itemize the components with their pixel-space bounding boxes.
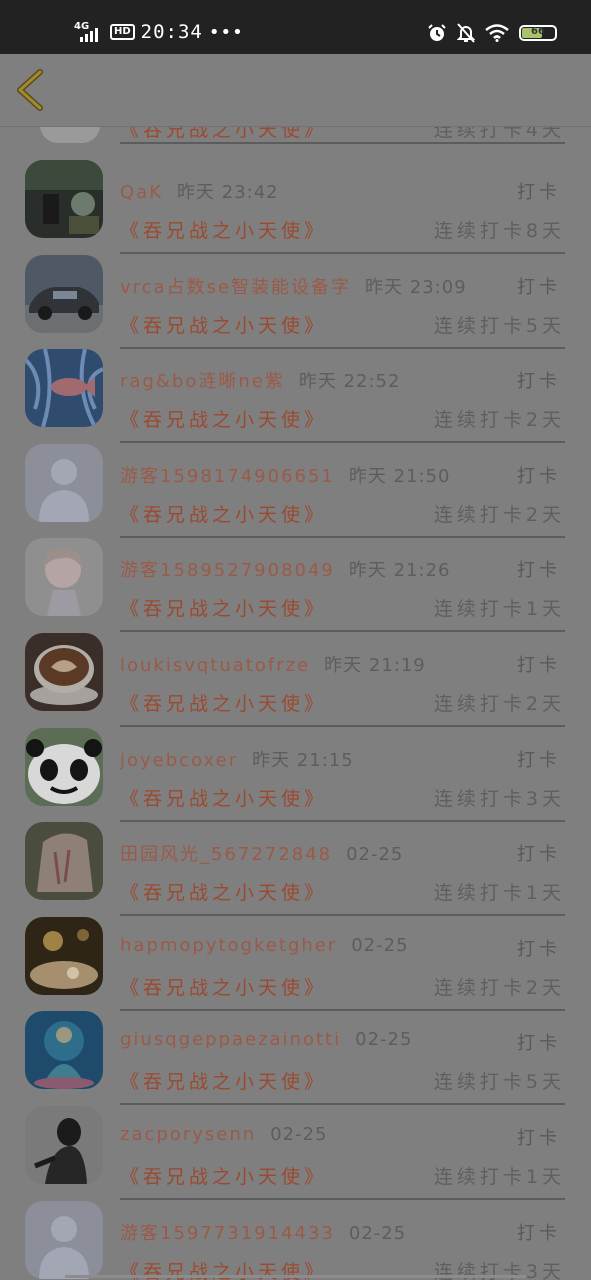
checkin-time: 昨天 21:50	[348, 465, 451, 487]
avatar[interactable]	[25, 1106, 103, 1184]
user-name[interactable]: QaK	[120, 182, 163, 203]
checkin-label: 打卡	[517, 182, 561, 203]
signal-icon: 4G	[74, 20, 104, 44]
user-name-line: zacporysenn 02-25	[120, 1124, 327, 1145]
back-button[interactable]	[12, 68, 52, 112]
checkin-label: 打卡	[517, 1128, 561, 1149]
checkin-time: 昨天 21:19	[324, 655, 426, 676]
status-time: 20:34	[140, 21, 203, 43]
avatar[interactable]	[25, 1200, 103, 1279]
user-name[interactable]: giusqgeppaezainotti	[120, 1029, 341, 1050]
user-name[interactable]: vrca占数se智装能设备字	[120, 277, 351, 298]
avatar[interactable]	[25, 822, 103, 901]
checkin-label: 打卡	[517, 938, 561, 960]
checkin-time: 02-25	[351, 934, 409, 956]
list-item[interactable]: giusqgeppaezainotti 02-25 打卡 《吞兄战之小天使》 连续打卡5…	[0, 993, 591, 1106]
checkin-label: 打卡	[517, 560, 561, 582]
checkin-label: 打卡	[517, 276, 561, 298]
status-left: 4G HD 20:34 •••	[74, 18, 244, 46]
checkin-time: 02-25	[270, 1124, 328, 1145]
avatar[interactable]	[25, 349, 103, 428]
avatar[interactable]	[25, 727, 103, 806]
checkin-label: 打卡	[517, 465, 561, 487]
checkin-label: 打卡	[517, 844, 561, 866]
avatar[interactable]	[25, 916, 103, 995]
avatar	[40, 127, 100, 143]
list-item[interactable]: joyebcoxer 昨天 21:15 打卡 《吞兄战之小天使》 连续打卡3天	[0, 710, 591, 822]
user-name[interactable]: loukisvqtuatofrze	[120, 655, 310, 676]
checkin-time: 02-25	[355, 1029, 413, 1051]
user-name[interactable]: zacporysenn	[120, 1124, 256, 1145]
checkin-time: 昨天 21:26	[348, 560, 451, 582]
mute-bell-icon	[457, 23, 475, 43]
user-name-line: hapmopytogketgher 02-25	[120, 935, 409, 956]
user-name-line: rag&bo涟晰ne紫 昨天 22:52	[120, 367, 400, 393]
checkin-time: 昨天 22:52	[298, 371, 401, 393]
user-name-line: 田园风光_567272848 02-25	[120, 840, 403, 866]
checkin-list[interactable]: 《吞兄战之小天使》 连续打卡4天 QaK 昨天 23:42 打卡 《吞兄战之小天使》连…	[0, 127, 591, 1280]
list-item[interactable]: vrca占数se智装能设备字 昨天 23:09 打卡 《吞兄战之小天使》 连续打卡5天	[0, 237, 591, 349]
user-name-line: 游客1589527908049 昨天 21:26	[120, 556, 451, 582]
streak-label: 连续打卡4天	[433, 127, 565, 141]
user-name[interactable]: 游客1589527908049	[120, 560, 335, 581]
user-name[interactable]: rag&bo涟晰ne紫	[120, 371, 285, 392]
checkin-label: 打卡	[517, 1222, 561, 1244]
avatar[interactable]	[25, 160, 103, 238]
checkin-label: 打卡	[517, 749, 561, 771]
alarm-icon	[428, 24, 446, 41]
list-item[interactable]: 游客1597731914433 02-25 打卡 《吞兄战之小天使》 连续打卡3天	[0, 1183, 591, 1280]
status-right: 66	[427, 20, 557, 46]
more-notifications-icon: •••	[208, 21, 244, 43]
list-item[interactable]: 游客1598174906651 昨天 21:50 打卡 《吞兄战之小天使》 连续打卡2天	[0, 426, 591, 538]
status-bar: 4G HD 20:34 ••• 66	[0, 0, 591, 54]
user-name-line: joyebcoxer 昨天 21:15	[120, 746, 354, 772]
user-name[interactable]: hapmopytogketgher	[120, 935, 337, 956]
user-name-line: 游客1597731914433 02-25	[120, 1219, 406, 1245]
avatar[interactable]	[25, 443, 103, 522]
user-name[interactable]: 游客1597731914433	[120, 1223, 335, 1244]
checkin-time: 02-25	[348, 1222, 407, 1244]
scroll-indicator	[65, 1275, 526, 1278]
checkin-time: 昨天 23:42	[177, 182, 279, 203]
battery-level: 66	[531, 26, 545, 37]
list-item[interactable]: zacporysenn 02-25 打卡 《吞兄战之小天使》 连续打卡1天	[0, 1088, 591, 1200]
wifi-icon	[485, 24, 509, 42]
top-nav-bar	[0, 54, 591, 127]
avatar[interactable]	[25, 538, 103, 617]
user-name-line: giusqgeppaezainotti 02-25	[120, 1029, 412, 1050]
checkin-time: 昨天 21:15	[252, 749, 354, 771]
list-item[interactable]: rag&bo涟晰ne紫 昨天 22:52 打卡 《吞兄战之小天使》 连续打卡2天	[0, 331, 591, 444]
avatar[interactable]	[25, 254, 103, 333]
user-name[interactable]: 游客1598174906651	[120, 466, 335, 487]
list-item[interactable]: hapmopytogketgher 02-25 打卡 《吞兄战之小天使》 连续打卡2天	[0, 899, 591, 1011]
list-item[interactable]: loukisvqtuatofrze 昨天 21:19 打卡 《吞兄战之小天使》 连续打卡…	[0, 615, 591, 727]
checkin-label: 打卡	[517, 655, 561, 676]
user-name[interactable]: 田园风光_567272848	[120, 844, 332, 865]
checkin-label: 打卡	[517, 1033, 561, 1055]
user-name-line: 游客1598174906651 昨天 21:50	[120, 462, 451, 488]
list-item[interactable]: 游客1589527908049 昨天 21:26 打卡 《吞兄战之小天使》 连续打卡1天	[0, 520, 591, 633]
avatar[interactable]	[25, 1011, 103, 1090]
user-name-line: vrca占数se智装能设备字 昨天 23:09	[120, 273, 467, 299]
battery-icon: 66	[519, 25, 557, 41]
user-name-line: loukisvqtuatofrze 昨天 21:19	[120, 651, 426, 677]
list-item[interactable]: 田园风光_567272848 02-25 打卡 《吞兄战之小天使》 连续打卡1天	[0, 804, 591, 917]
user-name-line: QaK 昨天 23:42	[120, 178, 279, 204]
checkin-time: 02-25	[346, 844, 404, 866]
hd-badge: HD	[110, 24, 135, 40]
book-title: 《吞兄战之小天使》	[120, 127, 328, 141]
list-item[interactable]: QaK 昨天 23:42 打卡 《吞兄战之小天使》 连续打卡8天	[0, 142, 591, 254]
user-name[interactable]: joyebcoxer	[120, 750, 238, 771]
checkin-time: 昨天 23:09	[365, 276, 467, 298]
checkin-label: 打卡	[517, 371, 561, 393]
avatar[interactable]	[25, 633, 103, 711]
